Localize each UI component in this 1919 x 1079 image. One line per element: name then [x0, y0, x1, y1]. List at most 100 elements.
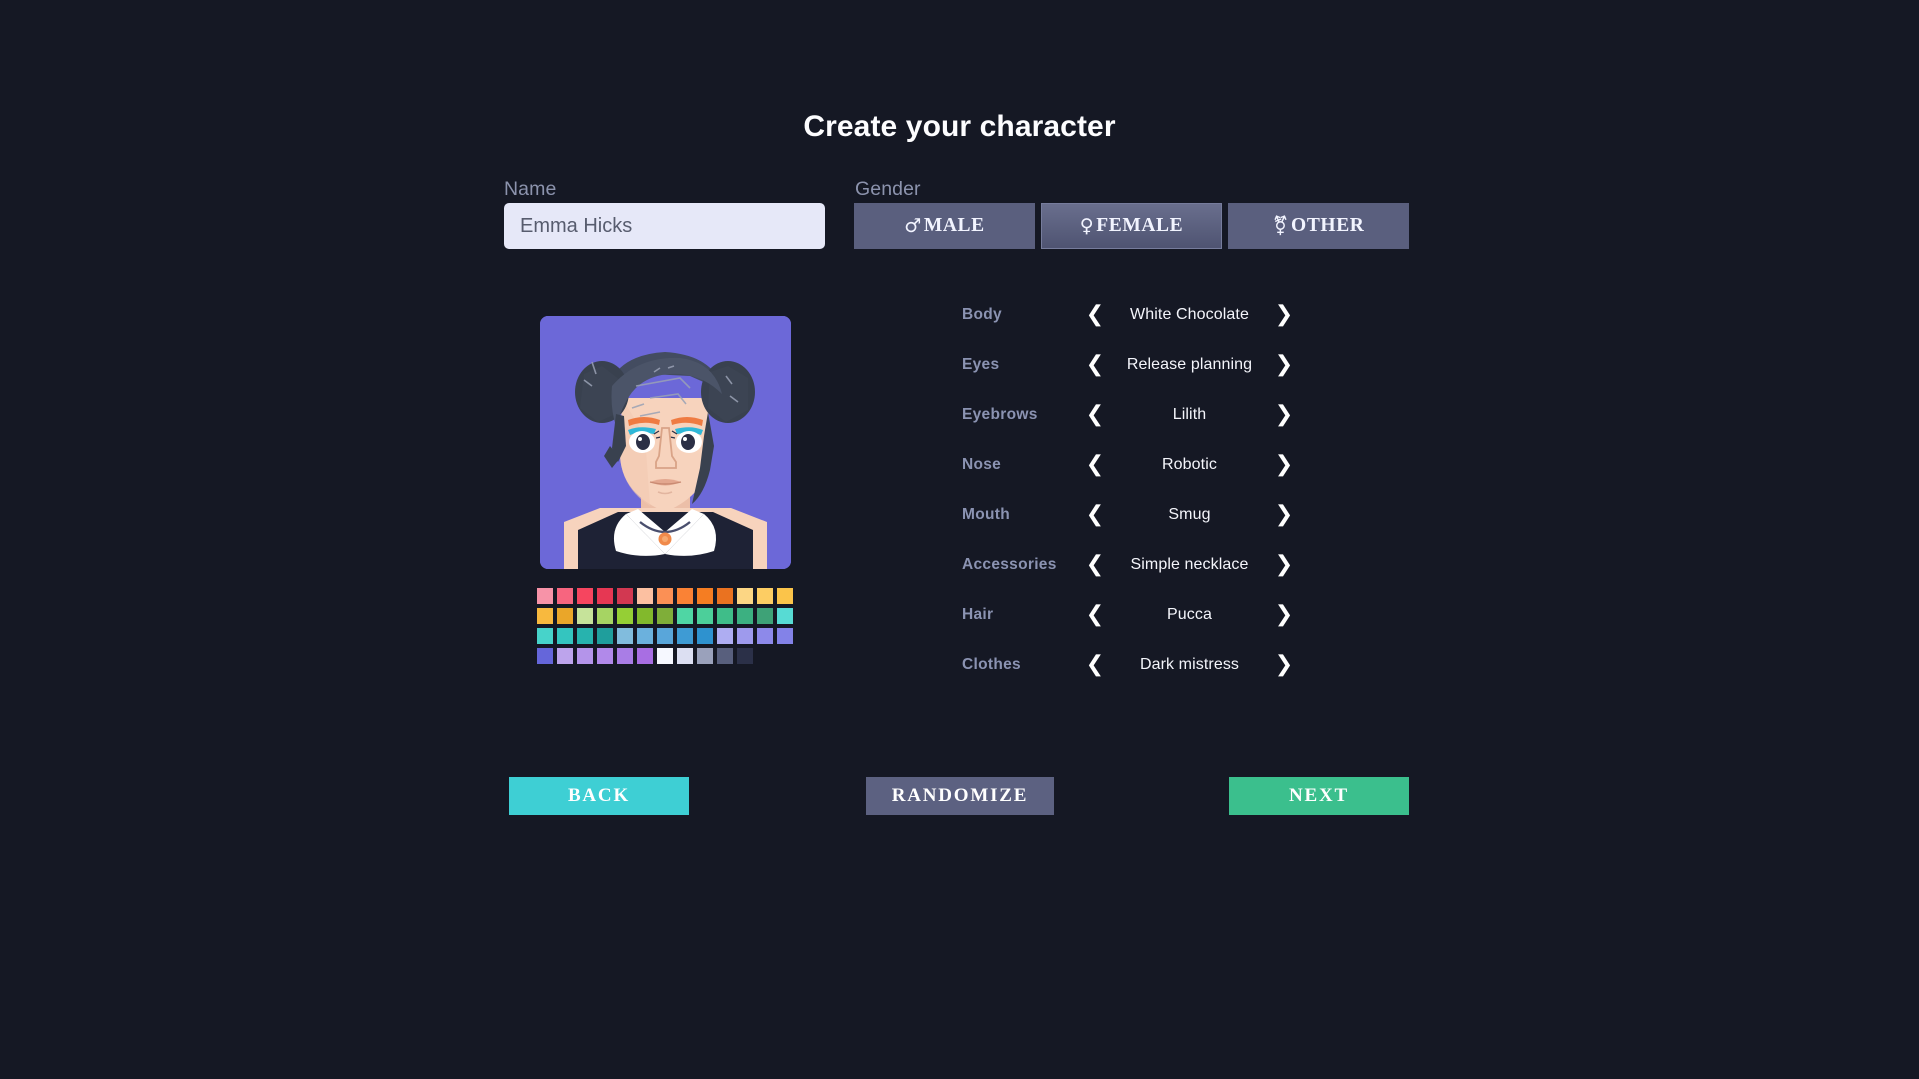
attribute-value: Simple necklace [1130, 556, 1249, 573]
color-swatch[interactable] [657, 608, 673, 624]
gender-button-label: OTHER [1291, 215, 1365, 236]
color-swatch[interactable] [697, 588, 713, 604]
chevron-right-icon[interactable]: ❯ [1271, 354, 1297, 376]
chevron-left-icon[interactable]: ❮ [1082, 304, 1108, 326]
color-swatch[interactable] [537, 588, 553, 604]
color-swatch[interactable] [577, 588, 593, 604]
gender-button-other[interactable]: ⚧ OTHER [1228, 203, 1409, 249]
color-swatch[interactable] [737, 588, 753, 604]
color-swatch[interactable] [717, 648, 733, 664]
color-swatch[interactable] [637, 608, 653, 624]
attribute-label: Eyebrows [962, 406, 1038, 423]
color-swatch[interactable] [757, 608, 773, 624]
color-swatch[interactable] [677, 608, 693, 624]
color-swatch[interactable] [737, 628, 753, 644]
randomize-button[interactable]: Randomize [866, 777, 1054, 815]
color-swatch[interactable] [637, 588, 653, 604]
color-swatch[interactable] [777, 608, 793, 624]
character-creation-screen: Create your character Name Gender ♂MALE♀… [0, 0, 1919, 1079]
attribute-selector: ❮ Simple necklace ❯ [1082, 554, 1297, 576]
color-swatch[interactable] [757, 628, 773, 644]
color-swatch[interactable] [717, 628, 733, 644]
chevron-left-icon[interactable]: ❮ [1082, 604, 1108, 626]
color-swatch[interactable] [597, 608, 613, 624]
attribute-row: Accessories ❮ Simple necklace ❯ [962, 540, 1297, 590]
color-swatch[interactable] [717, 588, 733, 604]
chevron-right-icon[interactable]: ❯ [1271, 504, 1297, 526]
color-swatch[interactable] [617, 588, 633, 604]
attribute-selector: ❮ Smug ❯ [1082, 504, 1297, 526]
color-swatch[interactable] [557, 648, 573, 664]
color-swatch[interactable] [597, 588, 613, 604]
color-swatch[interactable] [537, 648, 553, 664]
attribute-label: Body [962, 306, 1002, 323]
attribute-selector: ❮ Dark mistress ❯ [1082, 654, 1297, 676]
attribute-value: Dark mistress [1139, 656, 1240, 673]
attribute-label: Eyes [962, 356, 1000, 373]
mars-icon: ♂ [904, 214, 922, 237]
chevron-right-icon[interactable]: ❯ [1271, 454, 1297, 476]
color-swatch[interactable] [677, 588, 693, 604]
color-swatch[interactable] [537, 608, 553, 624]
transgender-icon: ⚧ [1272, 214, 1290, 237]
gender-button-label: MALE [923, 215, 985, 236]
color-swatch[interactable] [677, 648, 693, 664]
chevron-right-icon[interactable]: ❯ [1271, 304, 1297, 326]
attribute-row: Eyes ❮ Release planning ❯ [962, 340, 1297, 390]
chevron-left-icon[interactable]: ❮ [1082, 654, 1108, 676]
attribute-label: Clothes [962, 656, 1021, 673]
gender-button-female[interactable]: ♀ FEMALE [1041, 203, 1222, 249]
chevron-left-icon[interactable]: ❮ [1082, 554, 1108, 576]
color-swatch[interactable] [537, 628, 553, 644]
back-button[interactable]: Back [509, 777, 689, 815]
attribute-row: Eyebrows ❮ Lilith ❯ [962, 390, 1297, 440]
color-swatch[interactable] [737, 648, 753, 664]
avatar-preview[interactable] [540, 316, 791, 569]
color-swatch[interactable] [577, 648, 593, 664]
color-swatch[interactable] [677, 628, 693, 644]
color-swatch[interactable] [577, 608, 593, 624]
color-swatch[interactable] [657, 588, 673, 604]
chevron-left-icon[interactable]: ❮ [1082, 354, 1108, 376]
next-button[interactable]: Next [1229, 777, 1409, 815]
color-swatch[interactable] [637, 628, 653, 644]
chevron-right-icon[interactable]: ❯ [1271, 604, 1297, 626]
color-swatch[interactable] [557, 588, 573, 604]
chevron-left-icon[interactable]: ❮ [1082, 404, 1108, 426]
color-swatch[interactable] [617, 648, 633, 664]
name-input[interactable] [504, 203, 825, 249]
color-swatch[interactable] [697, 628, 713, 644]
color-swatch[interactable] [777, 628, 793, 644]
color-swatch[interactable] [657, 648, 673, 664]
attribute-value: White Chocolate [1130, 306, 1249, 323]
gender-button-male[interactable]: ♂ MALE [854, 203, 1035, 249]
attribute-value: Lilith [1172, 406, 1207, 423]
color-swatch[interactable] [757, 588, 773, 604]
color-swatch[interactable] [637, 648, 653, 664]
chevron-right-icon[interactable]: ❯ [1271, 654, 1297, 676]
color-swatch[interactable] [597, 648, 613, 664]
chevron-right-icon[interactable]: ❯ [1271, 404, 1297, 426]
color-swatch[interactable] [617, 608, 633, 624]
color-swatch[interactable] [777, 588, 793, 604]
color-swatch[interactable] [657, 628, 673, 644]
color-swatch[interactable] [577, 628, 593, 644]
color-swatch[interactable] [597, 628, 613, 644]
attribute-row: Hair ❮ Pucca ❯ [962, 590, 1297, 640]
attribute-value: Robotic [1162, 456, 1217, 473]
color-swatch[interactable] [617, 628, 633, 644]
attribute-selector: ❮ White Chocolate ❯ [1082, 304, 1297, 326]
color-swatch[interactable] [557, 608, 573, 624]
chevron-left-icon[interactable]: ❮ [1082, 504, 1108, 526]
color-swatch[interactable] [697, 648, 713, 664]
venus-icon: ♀ [1079, 214, 1095, 237]
attribute-list: Body ❮ White Chocolate ❯ Eyes ❮ Release planni… [962, 290, 1297, 690]
chevron-left-icon[interactable]: ❮ [1082, 454, 1108, 476]
color-swatch[interactable] [697, 608, 713, 624]
chevron-right-icon[interactable]: ❯ [1271, 554, 1297, 576]
color-swatch[interactable] [717, 608, 733, 624]
attribute-label: Accessories [962, 556, 1057, 573]
attribute-row: Body ❮ White Chocolate ❯ [962, 290, 1297, 340]
color-swatch[interactable] [557, 628, 573, 644]
color-swatch[interactable] [737, 608, 753, 624]
